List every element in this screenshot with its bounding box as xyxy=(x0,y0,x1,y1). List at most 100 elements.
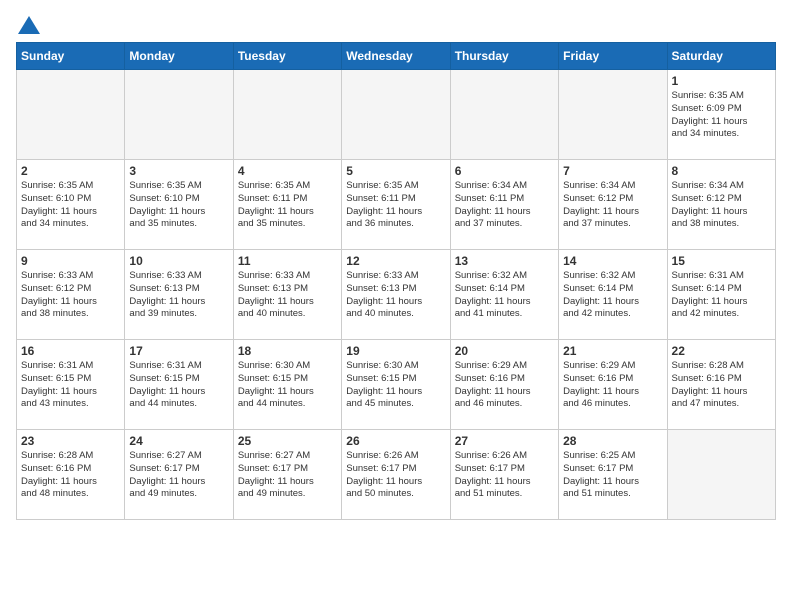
days-of-week-row: SundayMondayTuesdayWednesdayThursdayFrid… xyxy=(17,43,776,70)
day-number: 24 xyxy=(129,434,228,448)
day-number: 9 xyxy=(21,254,120,268)
calendar-day-cell: 7Sunrise: 6:34 AM Sunset: 6:12 PM Daylig… xyxy=(559,160,667,250)
day-number: 4 xyxy=(238,164,337,178)
calendar-day-cell xyxy=(233,70,341,160)
day-number: 17 xyxy=(129,344,228,358)
calendar-day-cell: 8Sunrise: 6:34 AM Sunset: 6:12 PM Daylig… xyxy=(667,160,775,250)
day-number: 28 xyxy=(563,434,662,448)
day-number: 23 xyxy=(21,434,120,448)
calendar-day-cell xyxy=(559,70,667,160)
calendar-day-cell xyxy=(667,430,775,520)
day-info: Sunrise: 6:35 AM Sunset: 6:09 PM Dayligh… xyxy=(672,90,771,141)
day-info: Sunrise: 6:35 AM Sunset: 6:10 PM Dayligh… xyxy=(129,180,228,231)
day-number: 8 xyxy=(672,164,771,178)
calendar-day-cell xyxy=(450,70,558,160)
calendar-day-cell xyxy=(342,70,450,160)
calendar-day-cell: 24 Sunrise: 6:27 AM Sunset: 6:17 PM Dayli… xyxy=(125,430,233,520)
calendar-day-cell: 1 Sunrise: 6:35 AM Sunset: 6:09 PM Daylig… xyxy=(667,70,775,160)
calendar-week-row: 1 Sunrise: 6:35 AM Sunset: 6:09 PM Daylig… xyxy=(17,70,776,160)
calendar-day-cell: 22 Sunrise: 6:28 AM Sunset: 6:16 PM Dayli… xyxy=(667,340,775,430)
calendar-day-cell: 12 Sunrise: 6:33 AM Sunset: 6:13 PM Dayli… xyxy=(342,250,450,340)
calendar-day-cell: 28 Sunrise: 6:25 AM Sunset: 6:17 PM Dayli… xyxy=(559,430,667,520)
calendar-day-cell: 17 Sunrise: 6:31 AM Sunset: 6:15 PM Dayli… xyxy=(125,340,233,430)
calendar-day-cell: 15 Sunrise: 6:31 AM Sunset: 6:14 PM Dayli… xyxy=(667,250,775,340)
day-info: Sunrise: 6:29 AM Sunset: 6:16 PM Dayligh… xyxy=(563,360,662,411)
calendar-week-row: 23 Sunrise: 6:28 AM Sunset: 6:16 PM Dayli… xyxy=(17,430,776,520)
day-info: Sunrise: 6:30 AM Sunset: 6:15 PM Dayligh… xyxy=(238,360,337,411)
day-info: Sunrise: 6:26 AM Sunset: 6:17 PM Dayligh… xyxy=(346,450,445,501)
day-info: Sunrise: 6:27 AM Sunset: 6:17 PM Dayligh… xyxy=(238,450,337,501)
calendar-day-cell xyxy=(17,70,125,160)
day-number: 13 xyxy=(455,254,554,268)
day-number: 2 xyxy=(21,164,120,178)
day-info: Sunrise: 6:34 AM Sunset: 6:12 PM Dayligh… xyxy=(563,180,662,231)
day-info: Sunrise: 6:33 AM Sunset: 6:13 PM Dayligh… xyxy=(238,270,337,321)
day-of-week-header: Thursday xyxy=(450,43,558,70)
day-number: 18 xyxy=(238,344,337,358)
day-number: 11 xyxy=(238,254,337,268)
day-info: Sunrise: 6:33 AM Sunset: 6:13 PM Dayligh… xyxy=(129,270,228,321)
day-of-week-header: Sunday xyxy=(17,43,125,70)
calendar-table: SundayMondayTuesdayWednesdayThursdayFrid… xyxy=(16,42,776,520)
calendar-day-cell: 25Sunrise: 6:27 AM Sunset: 6:17 PM Dayli… xyxy=(233,430,341,520)
day-info: Sunrise: 6:35 AM Sunset: 6:11 PM Dayligh… xyxy=(346,180,445,231)
day-info: Sunrise: 6:33 AM Sunset: 6:13 PM Dayligh… xyxy=(346,270,445,321)
calendar-day-cell: 18 Sunrise: 6:30 AM Sunset: 6:15 PM Dayli… xyxy=(233,340,341,430)
day-info: Sunrise: 6:35 AM Sunset: 6:10 PM Dayligh… xyxy=(21,180,120,231)
calendar-header: SundayMondayTuesdayWednesdayThursdayFrid… xyxy=(17,43,776,70)
day-info: Sunrise: 6:25 AM Sunset: 6:17 PM Dayligh… xyxy=(563,450,662,501)
day-info: Sunrise: 6:28 AM Sunset: 6:16 PM Dayligh… xyxy=(672,360,771,411)
day-of-week-header: Tuesday xyxy=(233,43,341,70)
day-number: 6 xyxy=(455,164,554,178)
calendar-day-cell: 4 Sunrise: 6:35 AM Sunset: 6:11 PM Daylig… xyxy=(233,160,341,250)
day-number: 27 xyxy=(455,434,554,448)
day-info: Sunrise: 6:29 AM Sunset: 6:16 PM Dayligh… xyxy=(455,360,554,411)
calendar-day-cell: 13 Sunrise: 6:32 AM Sunset: 6:14 PM Dayli… xyxy=(450,250,558,340)
day-of-week-header: Saturday xyxy=(667,43,775,70)
calendar-day-cell: 16Sunrise: 6:31 AM Sunset: 6:15 PM Dayli… xyxy=(17,340,125,430)
day-number: 10 xyxy=(129,254,228,268)
calendar-week-row: 2 Sunrise: 6:35 AM Sunset: 6:10 PM Daylig… xyxy=(17,160,776,250)
day-of-week-header: Monday xyxy=(125,43,233,70)
day-info: Sunrise: 6:30 AM Sunset: 6:15 PM Dayligh… xyxy=(346,360,445,411)
calendar-day-cell: 14 Sunrise: 6:32 AM Sunset: 6:14 PM Dayli… xyxy=(559,250,667,340)
calendar-day-cell: 21Sunrise: 6:29 AM Sunset: 6:16 PM Dayli… xyxy=(559,340,667,430)
day-info: Sunrise: 6:31 AM Sunset: 6:15 PM Dayligh… xyxy=(129,360,228,411)
calendar-day-cell xyxy=(125,70,233,160)
calendar-day-cell: 23 Sunrise: 6:28 AM Sunset: 6:16 PM Dayli… xyxy=(17,430,125,520)
day-info: Sunrise: 6:31 AM Sunset: 6:14 PM Dayligh… xyxy=(672,270,771,321)
day-info: Sunrise: 6:26 AM Sunset: 6:17 PM Dayligh… xyxy=(455,450,554,501)
day-number: 15 xyxy=(672,254,771,268)
day-of-week-header: Wednesday xyxy=(342,43,450,70)
day-number: 20 xyxy=(455,344,554,358)
day-info: Sunrise: 6:28 AM Sunset: 6:16 PM Dayligh… xyxy=(21,450,120,501)
day-number: 16 xyxy=(21,344,120,358)
calendar-day-cell: 10 Sunrise: 6:33 AM Sunset: 6:13 PM Dayli… xyxy=(125,250,233,340)
calendar-day-cell: 5 Sunrise: 6:35 AM Sunset: 6:11 PM Daylig… xyxy=(342,160,450,250)
day-info: Sunrise: 6:27 AM Sunset: 6:17 PM Dayligh… xyxy=(129,450,228,501)
calendar-day-cell: 3 Sunrise: 6:35 AM Sunset: 6:10 PM Daylig… xyxy=(125,160,233,250)
day-info: Sunrise: 6:32 AM Sunset: 6:14 PM Dayligh… xyxy=(563,270,662,321)
calendar-day-cell: 11 Sunrise: 6:33 AM Sunset: 6:13 PM Dayli… xyxy=(233,250,341,340)
day-info: Sunrise: 6:33 AM Sunset: 6:12 PM Dayligh… xyxy=(21,270,120,321)
day-number: 22 xyxy=(672,344,771,358)
calendar-day-cell: 20 Sunrise: 6:29 AM Sunset: 6:16 PM Dayli… xyxy=(450,340,558,430)
logo xyxy=(16,16,40,34)
day-number: 1 xyxy=(672,74,771,88)
day-number: 5 xyxy=(346,164,445,178)
day-of-week-header: Friday xyxy=(559,43,667,70)
day-number: 12 xyxy=(346,254,445,268)
calendar-day-cell: 6Sunrise: 6:34 AM Sunset: 6:11 PM Daylig… xyxy=(450,160,558,250)
calendar-body: 1 Sunrise: 6:35 AM Sunset: 6:09 PM Daylig… xyxy=(17,70,776,520)
calendar-day-cell: 19 Sunrise: 6:30 AM Sunset: 6:15 PM Dayli… xyxy=(342,340,450,430)
calendar-day-cell: 2 Sunrise: 6:35 AM Sunset: 6:10 PM Daylig… xyxy=(17,160,125,250)
day-number: 14 xyxy=(563,254,662,268)
day-number: 19 xyxy=(346,344,445,358)
calendar-week-row: 9 Sunrise: 6:33 AM Sunset: 6:12 PM Daylig… xyxy=(17,250,776,340)
calendar-day-cell: 26 Sunrise: 6:26 AM Sunset: 6:17 PM Dayli… xyxy=(342,430,450,520)
day-info: Sunrise: 6:32 AM Sunset: 6:14 PM Dayligh… xyxy=(455,270,554,321)
day-number: 26 xyxy=(346,434,445,448)
day-number: 3 xyxy=(129,164,228,178)
page-header xyxy=(16,16,776,34)
day-info: Sunrise: 6:35 AM Sunset: 6:11 PM Dayligh… xyxy=(238,180,337,231)
